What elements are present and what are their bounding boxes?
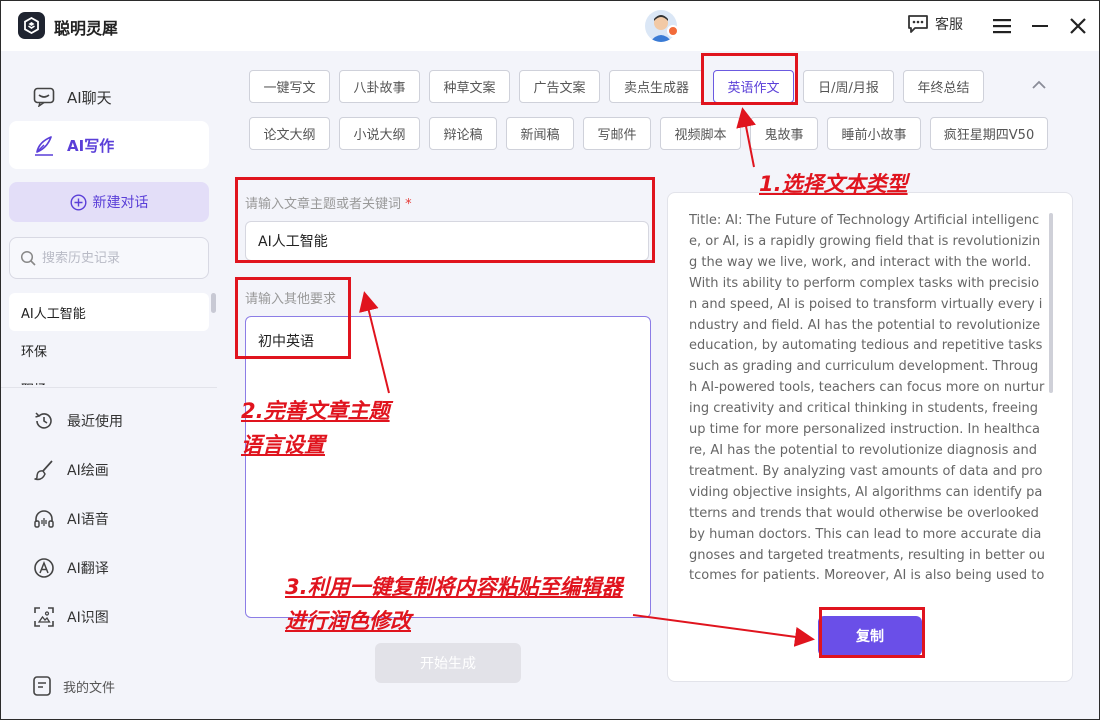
copy-button[interactable]: 复制 — [818, 616, 922, 656]
sidebar-item-ai-writing[interactable]: AI写作 — [9, 121, 209, 169]
plus-circle-icon — [69, 193, 87, 211]
sidebar-item-label: AI识图 — [67, 610, 109, 626]
my-files-label: 我的文件 — [63, 680, 116, 696]
new-chat-label: 新建对话 — [92, 195, 149, 211]
sidebar-item-label: AI绘画 — [67, 463, 109, 479]
translate-icon — [33, 557, 55, 579]
collapse-tags-button[interactable] — [1029, 75, 1049, 95]
main-panel: 一键写文 八卦故事 种草文案 广告文案 卖点生成器 英语作文 日/周/月报 年终… — [217, 51, 1099, 719]
history-search — [9, 237, 209, 279]
tag-button[interactable]: 八卦故事 — [339, 70, 420, 103]
sidebar-item-label: 最近使用 — [67, 414, 123, 430]
tag-button-selected[interactable]: 英语作文 — [713, 70, 794, 103]
sidebar: AI聊天 AI写作 新建对话 AI人工智能 环保 职场 最近使用 AI绘画 — [1, 51, 217, 719]
sidebar-item-label: AI写作 — [67, 136, 115, 155]
history-clock-icon — [33, 410, 55, 432]
minimize-button[interactable] — [1027, 13, 1053, 39]
required-mark: * — [405, 197, 412, 212]
app-title: 聪明灵犀 — [54, 19, 119, 38]
close-button[interactable] — [1065, 13, 1091, 39]
sidebar-item-label: AI语音 — [67, 512, 109, 528]
sidebar-item-label: AI聊天 — [67, 88, 112, 107]
tag-button[interactable]: 鬼故事 — [750, 117, 818, 150]
sidebar-item-ai-chat[interactable]: AI聊天 — [9, 73, 209, 121]
title-bar: 聪明灵犀 客服 — [1, 1, 1099, 51]
app-logo-icon — [18, 12, 45, 39]
history-item[interactable]: AI人工智能 — [9, 293, 209, 331]
customer-service-button[interactable]: 客服 — [907, 14, 963, 34]
sidebar-item-ai-painting[interactable]: AI绘画 — [33, 455, 109, 485]
tag-button[interactable]: 疯狂星期四V50 — [930, 117, 1048, 150]
customer-service-label: 客服 — [935, 17, 963, 33]
history-item[interactable]: 环保 — [9, 331, 209, 369]
tag-button[interactable]: 一键写文 — [249, 70, 330, 103]
tag-button[interactable]: 广告文案 — [519, 70, 600, 103]
minimize-icon — [1032, 25, 1048, 27]
file-icon — [31, 675, 53, 697]
sidebar-item-ai-translate[interactable]: AI翻译 — [33, 553, 109, 583]
brush-icon — [33, 459, 55, 481]
topic-input[interactable] — [245, 221, 649, 261]
tag-button[interactable]: 睡前小故事 — [827, 117, 921, 150]
tag-button[interactable]: 新闻稿 — [506, 117, 574, 150]
history-item[interactable]: 职场 — [9, 369, 209, 386]
chevron-up-icon — [1032, 80, 1046, 89]
new-chat-button[interactable]: 新建对话 — [9, 182, 209, 222]
topic-label-text: 请输入文章主题或者关键词 — [245, 197, 402, 212]
headset-icon — [33, 508, 55, 530]
sidebar-item-ai-voice[interactable]: AI语音 — [33, 504, 109, 534]
close-icon — [1070, 18, 1086, 34]
tag-button[interactable]: 辩论稿 — [429, 117, 497, 150]
chat-bubble-icon — [908, 15, 928, 33]
generate-button[interactable]: 开始生成 — [375, 643, 521, 683]
sidebar-item-recent[interactable]: 最近使用 — [33, 406, 123, 436]
generated-text[interactable]: Title: AI: The Future of Technology Arti… — [689, 211, 1045, 589]
output-scrollbar[interactable] — [1049, 213, 1053, 393]
tag-button[interactable]: 种草文案 — [429, 70, 510, 103]
history-list: AI人工智能 环保 职场 — [9, 293, 209, 385]
tag-button[interactable]: 写邮件 — [583, 117, 651, 150]
history-scrollbar[interactable] — [211, 293, 216, 313]
tag-button[interactable]: 日/周/月报 — [803, 70, 894, 103]
menu-button[interactable] — [989, 13, 1015, 39]
history-search-input[interactable] — [42, 250, 192, 266]
sidebar-item-label: AI翻译 — [67, 561, 109, 577]
sidebar-divider — [1, 387, 217, 388]
pen-icon — [35, 136, 53, 156]
tag-button[interactable]: 论文大纲 — [249, 117, 330, 150]
other-requirements-label: 请输入其他要求 — [245, 292, 337, 307]
sidebar-item-ai-image-recognition[interactable]: AI识图 — [33, 602, 109, 632]
tag-button[interactable]: 小说大纲 — [339, 117, 420, 150]
app-window: 聪明灵犀 客服 AI聊天 AI写作 新建对话 搜索历史记录 AI人工智能 环保 … — [0, 0, 1100, 720]
topic-label: 请输入文章主题或者关键词 * — [245, 193, 412, 212]
hamburger-icon — [993, 19, 1011, 34]
search-icon — [20, 250, 36, 266]
tag-button[interactable]: 年终总结 — [903, 70, 984, 103]
tag-button[interactable]: 卖点生成器 — [609, 70, 704, 103]
scan-icon — [33, 606, 55, 628]
tag-button[interactable]: 视频脚本 — [660, 117, 741, 150]
other-requirements-textarea[interactable]: 初中英语 — [245, 316, 651, 618]
chat-icon — [33, 87, 55, 107]
avatar-badge-icon — [667, 25, 679, 37]
output-card: Title: AI: The Future of Technology Arti… — [667, 192, 1073, 682]
my-files-link[interactable]: 我的文件 — [31, 671, 115, 701]
